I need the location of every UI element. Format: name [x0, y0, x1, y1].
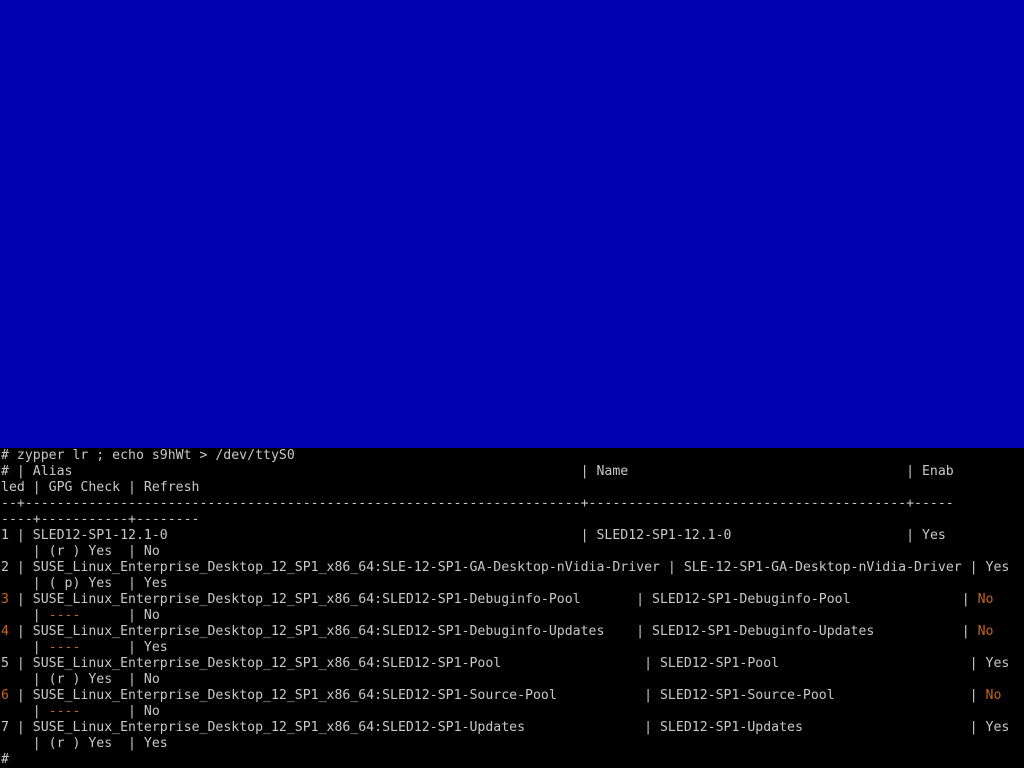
table-header-line: # | Alias | Name | Enab — [1, 464, 954, 479]
repo-alias-name: | SUSE_Linux_Enterprise_Desktop_12_SP1_x… — [8, 592, 978, 607]
repo-refresh: | No — [112, 544, 160, 559]
table-row: 5 | SUSE_Linux_Enterprise_Desktop_12_SP1… — [1, 656, 1009, 672]
table-row: 1 | SLED12-SP1-12.1-0 | SLED12-SP1-12.1-… — [1, 528, 946, 544]
terminal-output[interactable]: # zypper lr ; echo s9hWt > /dev/ttyS0 # … — [0, 448, 1024, 768]
row-indent: | — [1, 640, 49, 655]
table-row-continuation: | (r ) Yes | No — [1, 672, 160, 688]
repo-enabled: No — [977, 592, 994, 607]
console-blank-area — [0, 0, 1024, 448]
table-row: 7 | SUSE_Linux_Enterprise_Desktop_12_SP1… — [1, 720, 1009, 736]
repo-refresh: | Yes — [80, 640, 168, 655]
repo-alias-name: | SUSE_Linux_Enterprise_Desktop_12_SP1_x… — [8, 688, 986, 703]
repo-gpg-check: ( p) Yes — [48, 576, 113, 591]
vm-console-screen: # zypper lr ; echo s9hWt > /dev/ttyS0 # … — [0, 0, 1024, 768]
repo-alias-name: | SUSE_Linux_Enterprise_Desktop_12_SP1_x… — [8, 720, 986, 735]
repo-alias-name: | SUSE_Linux_Enterprise_Desktop_12_SP1_x… — [8, 656, 986, 671]
repo-gpg-check: ---- — [48, 704, 81, 719]
table-header-continuation: led | GPG Check | Refresh — [1, 480, 200, 495]
repo-number: 6 — [1, 688, 9, 703]
table-row-continuation: | ---- | Yes — [1, 640, 168, 656]
row-indent: | — [1, 608, 49, 623]
repo-refresh: | No — [80, 704, 160, 719]
repo-gpg-check: ---- — [48, 608, 81, 623]
repo-enabled: Yes — [985, 720, 1010, 735]
table-row: 4 | SUSE_Linux_Enterprise_Desktop_12_SP1… — [1, 624, 993, 640]
table-row: 2 | SUSE_Linux_Enterprise_Desktop_12_SP1… — [1, 560, 1009, 576]
table-row-continuation: | ( p) Yes | Yes — [1, 576, 168, 592]
repo-gpg-check: ---- — [48, 640, 81, 655]
repo-number: 2 — [1, 560, 9, 575]
repo-enabled: No — [977, 624, 994, 639]
repo-refresh: | No — [112, 672, 160, 687]
row-indent: | — [1, 672, 49, 687]
row-indent: | — [1, 576, 49, 591]
repo-refresh: | No — [80, 608, 160, 623]
table-row-continuation: | ---- | No — [1, 608, 160, 624]
row-indent: | — [1, 544, 49, 559]
table-row: 6 | SUSE_Linux_Enterprise_Desktop_12_SP1… — [1, 688, 1001, 704]
repo-number: 4 — [1, 624, 9, 639]
table-row-continuation: | ---- | No — [1, 704, 160, 720]
table-separator-continuation: ----+-----------+-------- — [1, 512, 200, 527]
repo-number: 1 — [1, 528, 9, 543]
repo-enabled: Yes — [922, 528, 946, 543]
repo-alias-name: | SLED12-SP1-12.1-0 | SLED12-SP1-12.1-0 … — [8, 528, 923, 543]
repo-alias-name: | SUSE_Linux_Enterprise_Desktop_12_SP1_x… — [8, 560, 986, 575]
repo-number: 7 — [1, 720, 9, 735]
row-indent: | — [1, 736, 49, 751]
shell-prompt[interactable]: # — [1, 752, 9, 768]
repo-refresh: | Yes — [112, 736, 168, 751]
table-separator: --+-------------------------------------… — [1, 496, 954, 511]
repo-refresh: | Yes — [112, 576, 168, 591]
repo-enabled: No — [985, 688, 1002, 703]
repo-enabled: Yes — [985, 560, 1010, 575]
repo-gpg-check: (r ) Yes — [48, 736, 113, 751]
table-row-continuation: | (r ) Yes | Yes — [1, 736, 168, 752]
repo-gpg-check: (r ) Yes — [48, 544, 113, 559]
repo-gpg-check: (r ) Yes — [48, 672, 113, 687]
repo-enabled: Yes — [985, 656, 1010, 671]
table-row: 3 | SUSE_Linux_Enterprise_Desktop_12_SP1… — [1, 592, 993, 608]
command-line: # zypper lr ; echo s9hWt > /dev/ttyS0 — [1, 448, 295, 463]
repo-number: 3 — [1, 592, 9, 607]
repo-alias-name: | SUSE_Linux_Enterprise_Desktop_12_SP1_x… — [8, 624, 978, 639]
row-indent: | — [1, 704, 49, 719]
table-row-continuation: | (r ) Yes | No — [1, 544, 160, 560]
repo-number: 5 — [1, 656, 9, 671]
